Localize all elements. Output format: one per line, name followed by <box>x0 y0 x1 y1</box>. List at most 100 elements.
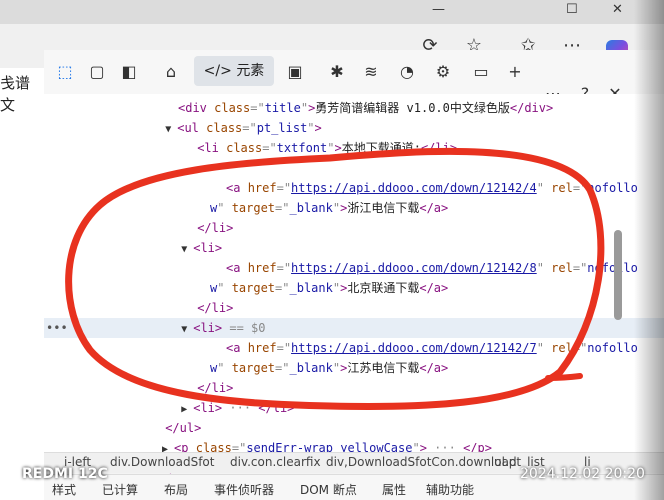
code-token: </a> <box>419 281 449 295</box>
code-token: title <box>264 101 301 115</box>
tree-scrollbar[interactable] <box>614 230 622 320</box>
close-window-button[interactable]: ✕ <box>612 2 623 17</box>
devtools-toolbar: ⬚ ▢ ◧ ⌂ </> 元素 ▣ ✱ ≋ ◔ ⚙ ▭ + ⋯ ? ✕ <box>44 50 664 103</box>
dom-tree-row[interactable]: <div class="title">勇芳简谱编辑器 v1.0.0中文绿色版</… <box>44 98 664 118</box>
maximize-button[interactable]: ☐ <box>566 2 578 17</box>
application-panel-icon[interactable]: ▭ <box>470 60 492 84</box>
memory-chip-icon[interactable]: ⚙ <box>432 60 454 84</box>
console-tab-icon[interactable]: ▣ <box>284 60 306 84</box>
elements-code-icon: </> <box>203 63 232 79</box>
code-token: =" <box>250 101 265 115</box>
code-token: 北京联通下载 <box>347 281 420 295</box>
elements-dom-tree: <div class="title">勇芳简谱编辑器 v1.0.0中文绿色版</… <box>44 94 664 475</box>
code-token: " <box>332 361 341 375</box>
dom-tree-row[interactable]: w" target="_blank">江苏电信下载</a> <box>44 358 664 378</box>
code-token: <ul <box>177 121 207 135</box>
page-text-fragment: 戋谱 <box>0 74 31 92</box>
code-token: <li> <box>193 401 223 415</box>
code-token: target <box>231 201 276 215</box>
dom-tree-row[interactable]: w" target="_blank">浙江电信下载</a> <box>44 198 664 218</box>
code-token: =" <box>572 181 588 195</box>
drawer-tab[interactable]: DOM 断点 <box>300 481 357 498</box>
drawer-tab[interactable]: 事件侦听器 <box>214 481 274 498</box>
code-token: href <box>247 181 277 195</box>
dom-tree-row[interactable]: </ul> <box>44 418 664 438</box>
expand-triangle-icon[interactable]: ▼ <box>165 124 177 135</box>
dom-tree-row[interactable]: ▶ <li> ··· </li> <box>44 398 664 418</box>
performance-gauge-icon[interactable]: ◔ <box>396 60 418 84</box>
breadcrumb-item[interactable]: div.con.clearfix <box>230 455 321 469</box>
code-token: =" <box>572 261 588 275</box>
code-token: href <box>247 261 277 275</box>
window-titlebar: — ☐ ✕ <box>0 0 664 24</box>
device-emulation-icon[interactable]: ▢ <box>86 60 108 84</box>
code-token: rel <box>551 341 573 355</box>
dom-tree-row[interactable]: w" target="_blank">北京联通下载</a> <box>44 278 664 298</box>
code-token: =" <box>276 261 292 275</box>
code-token: class <box>226 141 263 155</box>
code-token: href <box>247 341 277 355</box>
code-token: 本地下载通道: <box>341 141 421 155</box>
code-token: </a> <box>419 201 449 215</box>
code-token: " <box>217 361 232 375</box>
dom-tree-row[interactable]: </li> <box>44 378 664 398</box>
drawer-tab[interactable]: 属性 <box>382 481 406 498</box>
photo-timestamp: 2024.12.02 20:20 <box>520 466 645 482</box>
tab-elements[interactable]: </> 元素 <box>194 56 274 86</box>
code-token: class <box>206 121 243 135</box>
breadcrumb-item[interactable]: div.DownloadSfot <box>110 455 214 469</box>
device-watermark: REDMI 12C <box>22 466 108 482</box>
code-token: </a> <box>419 361 449 375</box>
code-token: </ul> <box>165 421 202 435</box>
dom-tree-row[interactable]: ▼ <li> <box>44 238 664 258</box>
dom-tree-row[interactable]: </li> <box>44 298 664 318</box>
href-link[interactable]: https://api.ddooo.com/down/12142/8 <box>291 261 537 275</box>
code-token: ··· <box>222 401 259 415</box>
dom-tree-row[interactable]: <a href="https://api.ddooo.com/down/1214… <box>44 338 664 358</box>
code-token: =" <box>275 281 290 295</box>
dom-tree-row[interactable]: ▼ <li> == $0 ••• <box>44 318 664 338</box>
drawer-tab[interactable]: 样式 <box>52 481 76 498</box>
code-token: <a <box>226 341 248 355</box>
breadcrumb-item[interactable]: div,DownloadSfotCon.download <box>326 455 517 469</box>
code-token: " <box>217 281 232 295</box>
inspect-element-icon[interactable]: ⬚ <box>54 60 76 84</box>
collapse-triangle-icon[interactable]: ▶ <box>181 404 193 415</box>
expand-triangle-icon[interactable]: ▼ <box>181 244 193 255</box>
page-text-fragment: 文 <box>0 96 16 114</box>
code-token: target <box>231 281 276 295</box>
dom-tree-row[interactable]: ▼ <ul class="pt_list"> <box>44 118 664 138</box>
minimize-button[interactable]: — <box>432 2 445 17</box>
code-token: == <box>222 321 252 335</box>
code-token: _blank <box>289 281 333 295</box>
dom-tree-row[interactable]: <li class="txtfont">本地下载通道:</li> <box>44 138 664 158</box>
code-token: txtfont <box>276 141 328 155</box>
code-token: $0 <box>251 321 266 335</box>
dom-tree-row[interactable]: <a href="https://api.ddooo.com/down/1214… <box>44 258 664 278</box>
code-token: nofollo <box>587 181 638 195</box>
row-actions-dots-icon[interactable]: ••• <box>46 318 68 338</box>
more-tools-plus-icon[interactable]: + <box>504 60 526 84</box>
dock-side-icon[interactable]: ◧ <box>118 60 140 84</box>
href-link[interactable]: https://api.ddooo.com/down/12142/7 <box>291 341 537 355</box>
screen-edge-shade <box>634 0 664 500</box>
href-link[interactable]: https://api.ddooo.com/down/12142/4 <box>291 181 537 195</box>
code-token: pt_list <box>256 121 308 135</box>
drawer-tab[interactable]: 布局 <box>164 481 188 498</box>
dom-tree-row[interactable]: </li> <box>44 218 664 238</box>
code-token: =" <box>275 361 290 375</box>
devtools-screen: — ☐ ✕ ⟳ ☆ ✩ ⋯ 戋谱 文 ⬚ ▢ ◧ ⌂ </> 元素 ▣ ✱ ≋ … <box>0 0 664 500</box>
code-token: " <box>536 341 544 355</box>
expand-triangle-icon[interactable]: ▼ <box>181 324 193 335</box>
dom-tree-row[interactable]: <a href="https://api.ddooo.com/down/1214… <box>44 178 664 198</box>
page-left-pane: 戋谱 文 <box>0 68 45 500</box>
code-token: </div> <box>509 101 554 115</box>
welcome-home-icon[interactable]: ⌂ <box>160 60 182 84</box>
drawer-tab[interactable]: 辅助功能 <box>426 481 474 498</box>
code-token: </li> <box>197 301 234 315</box>
sources-bug-icon[interactable]: ✱ <box>326 60 348 84</box>
code-token: =" <box>275 201 290 215</box>
code-token: _blank <box>289 361 333 375</box>
network-wifi-icon[interactable]: ≋ <box>360 60 382 84</box>
drawer-tab[interactable]: 已计算 <box>102 481 138 498</box>
